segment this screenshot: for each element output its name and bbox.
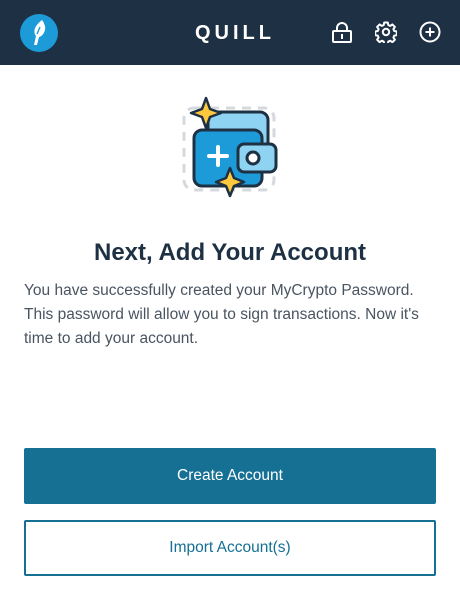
app-brand-title: QUILL (195, 22, 275, 44)
create-account-button[interactable]: Create Account (24, 448, 436, 504)
app-window: QUILL Next, Add Your Account You have su… (0, 0, 460, 600)
gear-icon (375, 21, 397, 43)
app-header: QUILL (0, 0, 460, 65)
import-account-button[interactable]: Import Account(s) (24, 520, 436, 576)
plus-circle-icon (419, 21, 441, 43)
lock-button[interactable] (331, 21, 353, 43)
wallet-add-illustration-icon (180, 96, 280, 198)
lock-icon (332, 22, 352, 43)
add-button[interactable] (419, 21, 441, 43)
page-description: You have successfully created your MyCry… (24, 282, 419, 347)
settings-button[interactable] (375, 21, 397, 43)
quill-logo-icon[interactable] (20, 14, 58, 52)
page-heading: Next, Add Your Account (93, 239, 366, 266)
